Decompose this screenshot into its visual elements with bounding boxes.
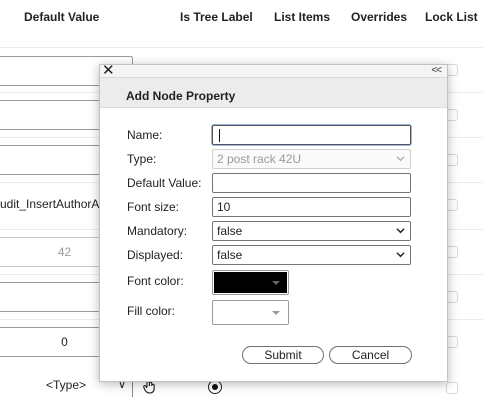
name-input[interactable] — [212, 125, 411, 145]
displayed-label: Displayed: — [127, 248, 184, 262]
header-list-items: List Items — [274, 10, 331, 24]
header-default-value: Default Value — [24, 10, 100, 24]
type-label: Type: — [127, 152, 157, 166]
default-value-input[interactable] — [212, 173, 411, 193]
chevron-down-icon — [396, 156, 405, 162]
header-lock-list: Lock List — [425, 10, 478, 24]
mandatory-select[interactable]: false — [212, 221, 411, 241]
dropdown-arrow-icon — [272, 281, 280, 285]
font-color-picker[interactable] — [212, 270, 289, 295]
type-select-value: 2 post rack 42U — [217, 152, 302, 166]
cancel-button[interactable]: Cancel — [329, 346, 412, 364]
table-header: Default Value Is Tree Label List Items O… — [0, 0, 483, 34]
displayed-select-value: false — [217, 248, 243, 262]
collapse-icon[interactable]: << — [431, 64, 442, 77]
header-overrides: Overrides — [351, 10, 408, 24]
header-is-tree-label: Is Tree Label — [180, 10, 253, 24]
close-icon[interactable]: ✕ — [102, 62, 115, 79]
dialog-title: Add Node Property — [126, 89, 236, 103]
chevron-down-icon — [396, 228, 405, 234]
mandatory-label: Mandatory: — [127, 224, 188, 238]
font-size-input[interactable]: 10 — [212, 197, 411, 217]
fill-color-label: Fill color: — [127, 304, 176, 318]
dropdown-arrow-icon — [272, 311, 280, 315]
font-color-label: Font color: — [127, 274, 184, 288]
fill-color-picker[interactable] — [212, 300, 289, 325]
dialog-header: Add Node Property — [100, 78, 447, 108]
submit-button[interactable]: Submit — [242, 346, 324, 364]
dialog-titlebar[interactable]: ✕ << — [100, 62, 447, 79]
name-label: Name: — [127, 128, 163, 142]
type-select: 2 post rack 42U — [212, 149, 411, 169]
lock-list-checkbox[interactable] — [446, 382, 458, 394]
chevron-down-icon — [396, 252, 405, 258]
text-caret — [219, 129, 220, 143]
add-node-property-dialog: ✕ << Add Node Property Name: Type: 2 pos… — [99, 62, 448, 382]
mandatory-select-value: false — [217, 224, 243, 238]
tree-label-radio[interactable] — [208, 380, 222, 394]
type-select-value: <Type> — [45, 378, 87, 392]
default-value-label: Default Value: — [127, 176, 202, 190]
displayed-select[interactable]: false — [212, 245, 411, 265]
font-size-label: Font size: — [127, 200, 180, 214]
